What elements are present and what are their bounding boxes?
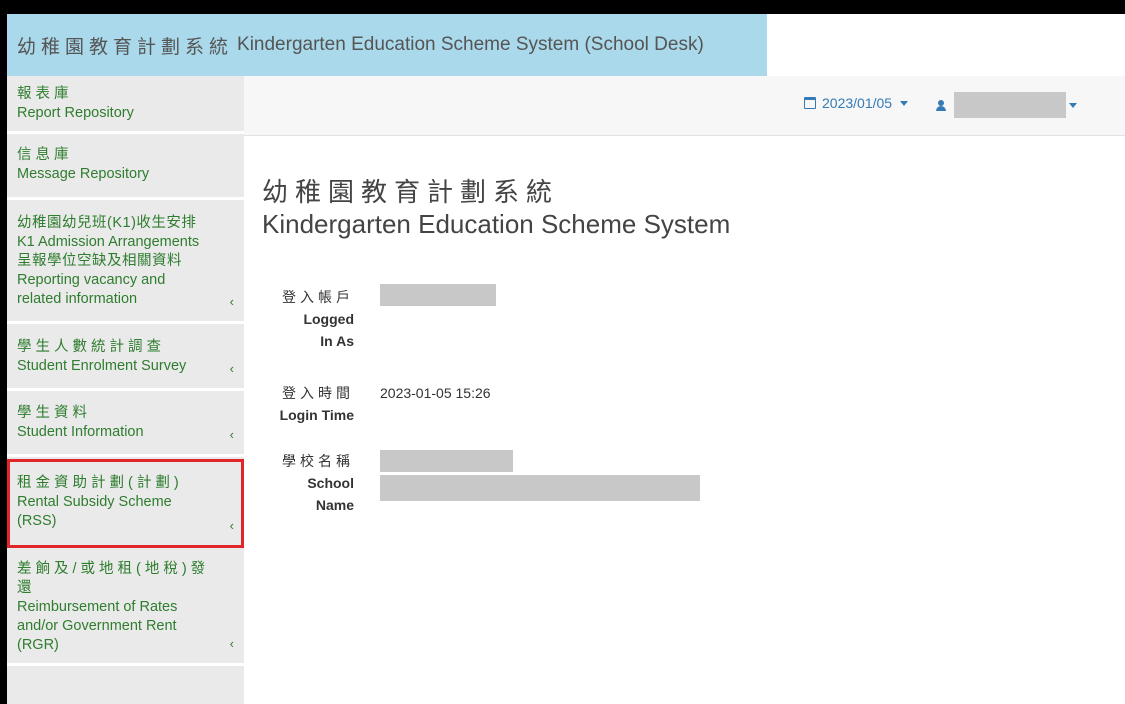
sidebar-item-rental-subsidy[interactable]: 租金資助計劃(計劃) Rental Subsidy Scheme (RSS) ‹ <box>7 459 244 548</box>
page-title: 幼稚園教育計劃系統 Kindergarten Education Scheme … <box>262 176 730 240</box>
sidebar-item-label-zh-2: 呈報學位空缺及相關資料 <box>17 253 182 269</box>
calendar-icon <box>804 97 816 109</box>
sidebar-item-label-en: Message Repository <box>17 166 150 182</box>
redacted-account <box>380 284 496 306</box>
sidebar-item-label-zh: 租金資助計劃(計劃) <box>17 475 183 491</box>
sidebar-item-report-repository[interactable]: 報表庫 Report Repository <box>7 76 244 134</box>
chevron-left-icon: ‹ <box>229 636 234 651</box>
user-dropdown[interactable] <box>936 92 1077 118</box>
sidebar-item-label-zh: 幼稚園幼兒班(K1)收生安排 <box>17 215 197 231</box>
caret-down-icon <box>900 100 909 106</box>
login-time-row: 登入時間 Login Time 2023-01-05 15:26 <box>244 382 491 426</box>
sidebar-item-rates-reimbursement[interactable]: 差餉及/或地租(地稅)發還 Reimbursement of Rates and… <box>7 548 244 666</box>
school-name-label: 學校名稱 School Name <box>244 450 354 516</box>
sidebar-item-label-en-2: Reporting vacancy and related informatio… <box>17 272 166 307</box>
sidebar-item-message-repository[interactable]: 信息庫 Message Repository <box>7 134 244 200</box>
sidebar-item-label-en: Report Repository <box>17 105 134 121</box>
school-name-value <box>380 450 700 516</box>
sidebar-item-label-en: Reimbursement of Rates and/or Government… <box>17 599 178 653</box>
sidebar-item-label-zh: 學生人數統計調查 <box>17 339 165 355</box>
redacted-school-name-en <box>380 475 700 501</box>
chevron-left-icon: ‹ <box>229 361 234 376</box>
sidebar-item-label-zh: 差餉及/或地租(地稅)發還 <box>17 561 210 596</box>
app-title-bar: 幼稚園教育計劃系統 Kindergarten Education Scheme … <box>7 14 767 76</box>
caret-down-icon <box>1069 102 1077 108</box>
app-frame: 幼稚園教育計劃系統 Kindergarten Education Scheme … <box>7 14 1125 704</box>
page-title-en: Kindergarten Education Scheme System <box>262 209 731 239</box>
app-title-en: Kindergarten Education Scheme System (Sc… <box>237 34 704 55</box>
redacted-school-name-zh <box>380 450 513 472</box>
login-time-label: 登入時間 Login Time <box>244 382 354 426</box>
sidebar: 報表庫 Report Repository 信息庫 Message Reposi… <box>7 76 244 704</box>
chevron-left-icon: ‹ <box>229 427 234 442</box>
chevron-left-icon: ‹ <box>229 518 234 533</box>
sidebar-item-label-zh: 學生資料 <box>17 405 91 421</box>
sidebar-item-k1-admission[interactable]: 幼稚園幼兒班(K1)收生安排 K1 Admission Arrangements… <box>7 200 244 324</box>
logged-in-label: 登入帳戶 Logged In As <box>244 286 354 352</box>
sidebar-item-label-en: Rental Subsidy Scheme (RSS) <box>17 494 172 529</box>
login-time-label-zh: 登入時間 <box>282 385 354 401</box>
sidebar-item-label-en: K1 Admission Arrangements <box>17 234 200 250</box>
date-value: 2023/01/05 <box>822 95 893 111</box>
login-time-value: 2023-01-05 15:26 <box>380 385 491 401</box>
school-name-label-en: School Name <box>307 475 354 513</box>
logged-in-label-en: Logged In As <box>303 311 354 349</box>
redacted-username <box>954 92 1066 118</box>
login-time-label-en: Login Time <box>279 407 354 423</box>
user-icon <box>936 99 946 111</box>
date-dropdown[interactable]: 2023/01/05 <box>804 95 909 111</box>
sidebar-item-label-zh: 報表庫 <box>17 86 73 102</box>
logged-in-value <box>380 284 496 352</box>
logged-in-label-zh: 登入帳戶 <box>282 289 354 305</box>
page-title-zh: 幼稚園教育計劃系統 <box>262 177 560 207</box>
main-content: 幼稚園教育計劃系統 Kindergarten Education Scheme … <box>244 136 1125 704</box>
app-title-zh: 幼稚園教育計劃系統 <box>17 36 234 58</box>
logged-in-row: 登入帳戶 Logged In As <box>244 284 496 352</box>
sidebar-item-label-zh: 信息庫 <box>17 147 73 163</box>
sidebar-item-enrolment-survey[interactable]: 學生人數統計調查 Student Enrolment Survey ‹ <box>7 324 244 391</box>
school-name-label-zh: 學校名稱 <box>282 453 354 469</box>
sidebar-item-label-en: Student Information <box>17 424 144 440</box>
sidebar-item-student-information[interactable]: 學生資料 Student Information ‹ <box>7 391 244 457</box>
chevron-left-icon: ‹ <box>229 294 234 309</box>
school-name-row: 學校名稱 School Name <box>244 450 700 516</box>
sidebar-item-label-en: Student Enrolment Survey <box>17 358 187 374</box>
top-navbar: 2023/01/05 <box>244 76 1125 136</box>
